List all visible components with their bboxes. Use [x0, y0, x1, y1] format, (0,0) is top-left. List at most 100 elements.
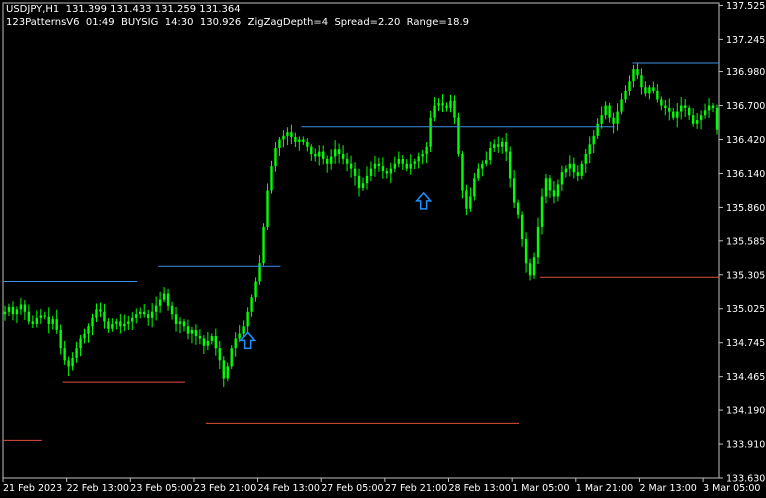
candle-body	[683, 105, 687, 108]
candle-body	[329, 156, 333, 164]
candle-body	[405, 163, 408, 169]
candle-body	[377, 163, 381, 167]
x-tick-label: 23 Feb 21:00	[194, 483, 256, 494]
candle-body	[497, 144, 500, 147]
candle-body	[687, 107, 691, 116]
candle-body	[648, 87, 651, 94]
candle-body	[501, 141, 504, 147]
candle-body	[210, 336, 214, 341]
price-chart[interactable]: 137.525 137.245 136.980 136.700 136.420 136.1…	[0, 0, 766, 498]
candle-body	[298, 139, 301, 142]
candle-body	[333, 149, 337, 157]
candle-body	[504, 141, 508, 152]
candle-body	[266, 190, 269, 227]
candle-body	[23, 304, 27, 312]
candle-body	[588, 144, 591, 155]
candle-body	[111, 323, 114, 329]
candle-body	[433, 105, 436, 118]
candle-body	[214, 336, 218, 349]
candle-body	[310, 146, 313, 155]
candle-body	[99, 309, 102, 312]
candle-body	[87, 326, 90, 334]
candle-body	[75, 348, 78, 358]
candle-body	[560, 172, 564, 185]
y-tick-label: 137.525	[726, 1, 765, 12]
candle-body	[286, 132, 289, 136]
candle-body	[302, 139, 305, 142]
up-arrow-icon	[414, 191, 433, 210]
candle-body	[437, 103, 440, 106]
candle-body	[528, 263, 532, 276]
candle-body	[397, 158, 400, 164]
y-tick-label: 137.245	[726, 35, 765, 46]
candle-body	[620, 99, 623, 112]
plot-frame	[2, 2, 720, 479]
candle-body	[186, 326, 190, 334]
x-tick-label: 3 Mar 05:00	[703, 483, 760, 494]
candle-body	[564, 168, 568, 173]
candle-body	[246, 311, 249, 327]
candle-body	[67, 360, 70, 367]
x-tick-label: 22 Feb 13:00	[67, 483, 129, 494]
candle-body	[135, 314, 138, 318]
candle-body	[27, 311, 31, 322]
candle-body	[520, 214, 524, 239]
candle-body	[115, 321, 118, 324]
candle-body	[703, 110, 707, 116]
candle-body	[353, 168, 357, 176]
candle-body	[131, 317, 134, 322]
candle-body	[548, 178, 552, 191]
candle-body	[481, 163, 484, 169]
candle-body	[274, 147, 277, 167]
candle-body	[143, 311, 146, 315]
candle-body	[441, 103, 444, 106]
candle-body	[485, 160, 488, 164]
candle-body	[47, 316, 50, 324]
candle-body	[524, 238, 528, 264]
candle-body	[166, 293, 170, 306]
candle-body	[385, 171, 389, 174]
candle-body	[325, 158, 329, 164]
candle-body	[413, 161, 416, 164]
candle-body	[43, 315, 46, 317]
candle-body	[226, 366, 229, 379]
candle-body	[63, 348, 66, 361]
candle-body	[401, 158, 404, 164]
candle-body	[656, 90, 659, 100]
candle-body	[206, 340, 210, 346]
y-tick-label: 135.025	[726, 304, 765, 315]
candle-body	[357, 175, 361, 189]
candle-body	[644, 87, 647, 94]
up-arrow-icon	[238, 331, 257, 350]
candle-body	[202, 338, 206, 346]
candle-body	[230, 348, 233, 367]
candle-body	[457, 117, 460, 155]
candle-body	[15, 309, 19, 315]
candle-body	[242, 326, 245, 334]
candle-body	[198, 336, 202, 339]
chart-window[interactable]: USDJPY,H1 131.399 131.433 131.259 131.36…	[0, 0, 766, 498]
candle-body	[584, 154, 587, 164]
candle-body	[640, 75, 643, 88]
candle-body	[536, 226, 540, 258]
candle-body	[314, 154, 317, 157]
candle-body	[636, 69, 639, 76]
candle-body	[445, 105, 448, 108]
candle-body	[612, 117, 615, 124]
candle-body	[178, 321, 182, 324]
candle-body	[55, 319, 58, 330]
candle-body	[262, 226, 265, 264]
candle-body	[154, 305, 158, 312]
candle-body	[473, 178, 476, 197]
candle-body	[19, 304, 23, 310]
y-tick-label: 135.585	[726, 236, 765, 247]
candle-body	[345, 158, 349, 164]
x-tick-label: 2 Mar 13:00	[639, 483, 696, 494]
candle-body	[469, 196, 472, 209]
candle-body	[616, 111, 619, 124]
candle-body	[556, 184, 560, 197]
candle-body	[318, 151, 321, 157]
candle-body	[668, 107, 671, 112]
candle-body	[119, 321, 122, 327]
candle-body	[516, 202, 520, 215]
